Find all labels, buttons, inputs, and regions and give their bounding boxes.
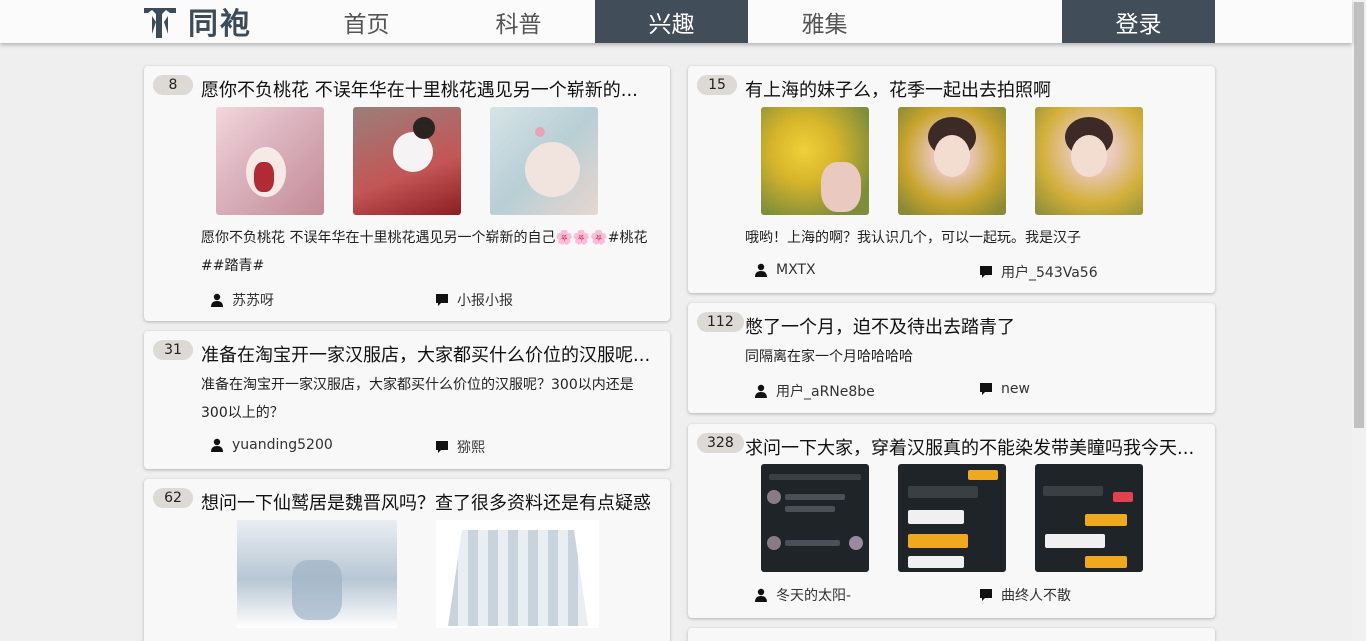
post-excerpt: 同隔离在家一个月哈哈哈哈 — [745, 349, 913, 365]
post-image[interactable] — [897, 107, 1006, 215]
post-image-row — [688, 107, 1215, 215]
post-meta: 用户_aRNe8be new — [754, 381, 1215, 401]
comment-icon — [436, 441, 448, 453]
post-author[interactable]: MXTX — [754, 262, 816, 278]
post-image-row — [688, 464, 1215, 572]
post-excerpt: 哦哟！上海的啊？我认识几个，可以一起玩。我是汉子 — [745, 230, 1081, 246]
reply-count-badge: 8 — [153, 75, 193, 95]
user-icon — [755, 263, 767, 277]
user-icon — [211, 293, 223, 307]
post-card[interactable]: 31 准备在淘宝开一家汉服店，大家都买什么价位的汉服呢... 准备在淘宝开一家汉… — [144, 331, 670, 469]
post-title[interactable]: 有上海的妹子么，花季一起出去拍照啊 — [745, 76, 1199, 102]
logo-text: 同袍 — [188, 7, 252, 42]
post-title[interactable]: 愿你不负桃花 不误年华在十里桃花遇见另一个崭新的... — [201, 76, 654, 102]
nav-interest[interactable]: 兴趣 — [595, 0, 748, 43]
post-image[interactable] — [1034, 464, 1143, 572]
post-title[interactable]: 准备在淘宝开一家汉服店，大家都买什么价位的汉服呢... — [201, 341, 654, 367]
login-button[interactable]: 登录 — [1062, 0, 1215, 43]
last-reply-user[interactable]: 曲终人不散 — [979, 585, 1071, 605]
author-name: 冬天的太阳- — [776, 588, 852, 604]
user-icon — [755, 588, 767, 602]
page-scrollbar[interactable] — [1352, 0, 1366, 641]
comment-icon — [980, 266, 992, 278]
post-author[interactable]: 用户_aRNe8be — [754, 381, 875, 401]
post-image-row — [144, 107, 670, 215]
post-card[interactable]: 112 憋了一个月，迫不及待出去踏青了 同隔离在家一个月哈哈哈哈 用户_aRNe… — [688, 303, 1215, 413]
reply-count-badge: 112 — [697, 312, 744, 332]
reply-count-badge: 328 — [697, 433, 744, 453]
post-image[interactable] — [237, 520, 397, 628]
last-reply-name: new — [1001, 381, 1030, 397]
post-meta: 冬天的太阳- 曲终人不散 — [754, 585, 1215, 605]
last-reply-user[interactable]: 用户_543Va56 — [979, 262, 1098, 282]
post-card[interactable]: 15 有上海的妹子么，花季一起出去拍照啊 哦哟！上海的啊？我认识几个，可以一起玩… — [688, 66, 1215, 293]
post-image[interactable] — [760, 107, 869, 215]
reply-count-badge: 15 — [697, 75, 737, 95]
scrollbar-thumb[interactable] — [1354, 2, 1364, 428]
last-reply-name: 曲终人不散 — [1001, 588, 1071, 604]
nav-home[interactable]: 首页 — [290, 0, 443, 43]
last-reply-user[interactable]: 猕熙 — [435, 437, 485, 457]
author-name: MXTX — [776, 262, 816, 278]
last-reply-user[interactable]: 小报小报 — [435, 290, 513, 310]
post-image[interactable] — [1034, 107, 1143, 215]
post-meta: yuanding5200 猕熙 — [210, 437, 670, 457]
post-image[interactable] — [353, 107, 461, 215]
post-image[interactable] — [216, 107, 324, 215]
author-name: 用户_aRNe8be — [776, 384, 875, 400]
post-excerpt: 愿你不负桃花 不误年华在十里桃花遇见另一个崭新的自己🌸🌸🌸#桃花##踏青# — [201, 230, 648, 274]
nav-gathering[interactable]: 雅集 — [748, 0, 901, 43]
post-author[interactable]: 苏苏呀 — [210, 290, 274, 310]
last-reply-user[interactable]: new — [979, 381, 1030, 397]
post-image[interactable] — [436, 520, 599, 628]
post-card[interactable]: 62 想问一下仙鹫居是魏晋风吗？查了很多资料还是有点疑惑 — [144, 479, 670, 641]
comment-icon — [436, 294, 448, 306]
post-image[interactable] — [897, 464, 1006, 572]
comment-icon — [980, 383, 992, 395]
nav-science[interactable]: 科普 — [442, 0, 595, 43]
user-icon — [755, 384, 767, 398]
post-meta: MXTX 用户_543Va56 — [754, 262, 1215, 282]
post-title[interactable]: 想问一下仙鹫居是魏晋风吗？查了很多资料还是有点疑惑 — [201, 489, 654, 515]
post-card[interactable] — [688, 628, 1215, 641]
last-reply-name: 猕熙 — [457, 440, 485, 456]
post-author[interactable]: yuanding5200 — [210, 437, 333, 453]
reply-count-badge: 62 — [153, 488, 193, 508]
post-title[interactable]: 求问一下大家，穿着汉服真的不能染发带美瞳吗我今天... — [745, 434, 1199, 460]
last-reply-name: 用户_543Va56 — [1001, 265, 1098, 281]
site-logo[interactable]: 同袍 — [142, 1, 252, 42]
post-title[interactable]: 憋了一个月，迫不及待出去踏青了 — [745, 313, 1199, 339]
user-icon — [211, 438, 223, 452]
post-author[interactable]: 冬天的太阳- — [754, 585, 851, 605]
reply-count-badge: 31 — [153, 340, 193, 360]
post-card[interactable]: 328 求问一下大家，穿着汉服真的不能染发带美瞳吗我今天... 冬天的太阳- 曲… — [688, 424, 1215, 618]
author-name: 苏苏呀 — [232, 293, 274, 309]
author-name: yuanding5200 — [232, 437, 333, 453]
post-image[interactable] — [490, 107, 598, 215]
comment-icon — [980, 589, 992, 601]
top-nav-bar: 同袍 首页 科普 兴趣 雅集 登录 — [0, 0, 1352, 43]
last-reply-name: 小报小报 — [457, 293, 513, 309]
post-excerpt: 准备在淘宝开一家汉服店，大家都买什么价位的汉服呢？300以内还是300以上的？ — [201, 377, 634, 421]
post-meta: 苏苏呀 小报小报 — [210, 290, 670, 310]
hanfu-logo-icon — [144, 8, 176, 38]
post-image[interactable] — [760, 464, 869, 572]
post-card[interactable]: 8 愿你不负桃花 不误年华在十里桃花遇见另一个崭新的... 愿你不负桃花 不误年… — [144, 66, 670, 321]
